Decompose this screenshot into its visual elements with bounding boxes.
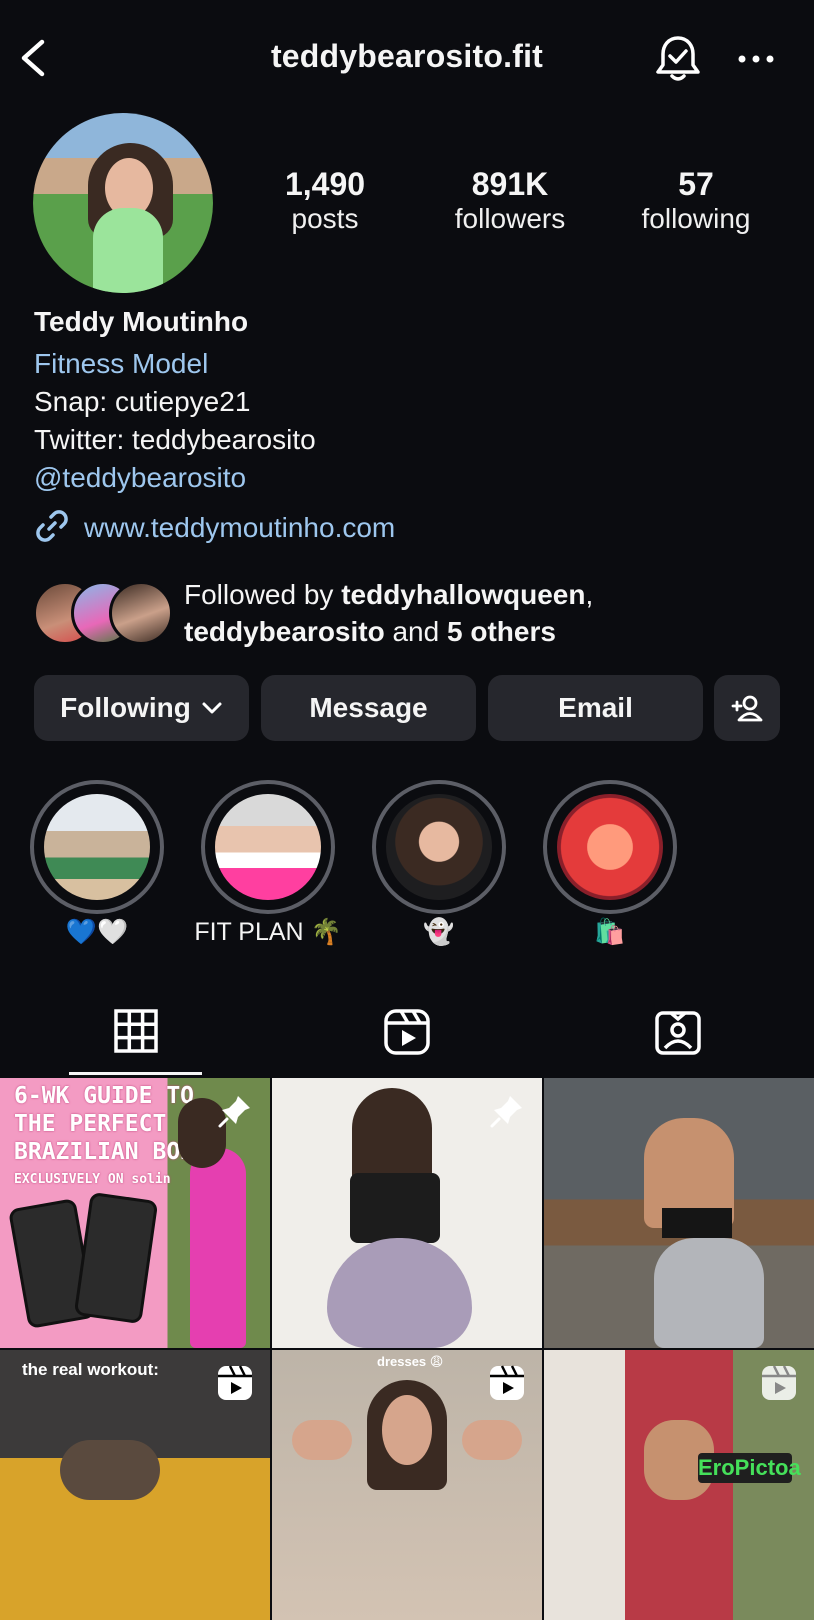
top-bar: teddybearosito.fit: [0, 0, 814, 115]
followed-by-prefix: Followed by: [184, 579, 342, 610]
following-label: following: [641, 203, 751, 234]
post-tile[interactable]: [544, 1350, 814, 1620]
followed-by-and: and: [384, 616, 447, 647]
posts-label: posts: [291, 203, 359, 234]
active-tab-indicator: [69, 1072, 202, 1075]
post-promo-line: 6-WK GUIDE TO: [14, 1083, 195, 1109]
reel-icon: [760, 1364, 798, 1402]
message-button-label: Message: [309, 692, 428, 723]
notification-bell-icon[interactable]: [652, 32, 704, 84]
watermark: EroPictoa: [698, 1453, 801, 1483]
more-options-icon[interactable]: [734, 44, 778, 74]
highlight-circle[interactable]: [30, 780, 164, 914]
following-stat[interactable]: 57 following: [616, 166, 776, 236]
profile-category[interactable]: Fitness Model: [34, 348, 208, 380]
post-tile[interactable]: [272, 1078, 542, 1348]
posts-count: 1,490: [284, 166, 366, 202]
email-button[interactable]: Email: [488, 675, 703, 741]
bio-line-snap: Snap: cutiepye21: [34, 386, 251, 417]
profile-avatar[interactable]: [33, 113, 213, 293]
website-link[interactable]: www.teddymoutinho.com: [34, 508, 395, 548]
grid-icon[interactable]: [113, 1008, 159, 1059]
followed-by-text[interactable]: Followed by teddyhallowqueen, teddybearo…: [184, 576, 593, 650]
post-tile[interactable]: the real workout:: [0, 1350, 270, 1620]
post-tile[interactable]: 6-WK GUIDE TO THE PERFECT BRAZILIAN BODY…: [0, 1078, 270, 1348]
chevron-down-icon: [201, 701, 223, 715]
followed-by-comma: ,: [585, 579, 594, 610]
reel-icon: [216, 1364, 254, 1402]
highlight-circle[interactable]: [543, 780, 677, 914]
mutual-others-count: 5 others: [446, 616, 556, 647]
following-button[interactable]: Following: [34, 675, 249, 741]
highlight-label: FIT PLAN 🌴: [194, 918, 342, 946]
highlight-label: 🛍️: [594, 918, 626, 946]
link-icon: [34, 508, 70, 549]
followers-stat[interactable]: 891K followers: [430, 166, 590, 236]
post-tile[interactable]: [544, 1078, 814, 1348]
reel-icon: [488, 1364, 526, 1402]
reels-icon[interactable]: [383, 1008, 431, 1061]
followers-count: 891K: [471, 166, 549, 202]
message-button[interactable]: Message: [261, 675, 476, 741]
pinned-icon: [488, 1092, 526, 1130]
add-person-icon: [730, 693, 764, 723]
post-tile[interactable]: dresses 😩: [272, 1350, 542, 1620]
mutual-follower-avatar[interactable]: [109, 581, 173, 645]
post-caption: the real workout:: [22, 1360, 159, 1379]
posts-stat[interactable]: 1,490 posts: [245, 166, 405, 236]
tagged-icon[interactable]: [654, 1008, 702, 1061]
highlight-label: 👻: [423, 918, 455, 946]
pinned-icon: [216, 1092, 254, 1130]
mutual-username-2: teddybearosito: [184, 616, 385, 647]
highlight-label: 💙🤍: [65, 918, 129, 946]
followers-label: followers: [454, 203, 566, 234]
mutual-username-1: teddyhallowqueen: [341, 579, 586, 610]
profile-tabs: [0, 1000, 814, 1078]
highlight-circle[interactable]: [201, 780, 335, 914]
website-url: www.teddymoutinho.com: [84, 512, 396, 543]
display-name: Teddy Moutinho: [34, 306, 249, 337]
bio-mention-link[interactable]: @teddybearosito: [34, 462, 246, 494]
suggested-people-button[interactable]: [714, 675, 780, 741]
bio-line-twitter: Twitter: teddybearosito: [34, 424, 316, 455]
email-button-label: Email: [558, 692, 633, 723]
post-promo-line: EXCLUSIVELY ON solin: [14, 1172, 171, 1187]
following-button-label: Following: [60, 692, 191, 723]
highlight-circle[interactable]: [372, 780, 506, 914]
post-caption: dresses 😩: [377, 1354, 444, 1369]
following-count: 57: [678, 166, 714, 202]
